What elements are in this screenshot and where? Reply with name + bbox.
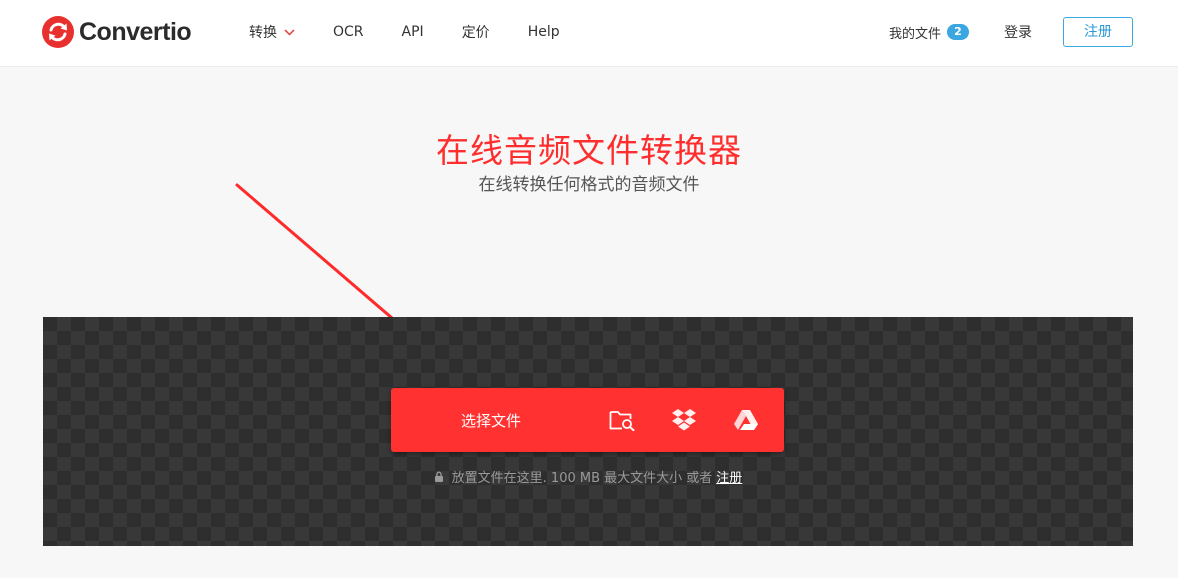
page-subtitle: 在线转换任何格式的音频文件	[478, 175, 700, 195]
logo-text: Convertio	[79, 17, 192, 46]
page-title: 在线音频文件转换器	[436, 131, 742, 170]
nav-ocr-label: OCR	[333, 24, 364, 40]
header-actions: 我的文件 2 登录 注册	[889, 17, 1133, 47]
google-drive-icon	[734, 410, 758, 430]
nav-api[interactable]: API	[402, 24, 424, 40]
nav-api-label: API	[401, 24, 424, 40]
chevron-down-icon	[284, 28, 295, 36]
nav-ocr[interactable]: OCR	[333, 24, 364, 40]
upload-bar: 选择文件	[391, 388, 784, 452]
from-google-drive-button[interactable]	[715, 388, 777, 452]
top-header: Convertio 转换 OCR API 定价 Help 我的文件 2 登录 注…	[0, 0, 1178, 67]
folder-search-icon	[609, 411, 635, 431]
register-link[interactable]: 注册	[716, 467, 742, 486]
my-files-label: 我的文件	[888, 26, 941, 42]
drop-hint: 放置文件在这里. 100 MB 最大文件大小 或者 注册	[43, 467, 1133, 486]
my-files-count-badge: 2	[947, 24, 969, 40]
register-button[interactable]: 注册	[1063, 17, 1133, 47]
logo[interactable]: Convertio	[42, 16, 192, 48]
nav-convert-label: 转换	[249, 25, 277, 41]
logo-icon	[42, 16, 74, 48]
nav-help[interactable]: Help	[528, 24, 560, 40]
main-nav: 转换 OCR API 定价 Help	[249, 0, 598, 64]
lock-icon	[434, 471, 443, 482]
file-drop-zone[interactable]: 选择文件 放置文件在这里. 100 MB 最大文件大小 或者 注册	[43, 317, 1133, 546]
nav-convert[interactable]: 转换	[249, 22, 295, 42]
drop-hint-text: 放置文件在这里. 100 MB 最大文件大小 或者	[451, 471, 713, 486]
choose-file-button[interactable]: 选择文件	[391, 388, 591, 452]
nav-pricing[interactable]: 定价	[462, 22, 490, 42]
from-dropbox-button[interactable]	[653, 388, 715, 452]
from-computer-button[interactable]	[591, 388, 653, 452]
my-files-link[interactable]: 我的文件 2	[889, 23, 969, 42]
nav-help-label: Help	[527, 24, 560, 40]
login-link[interactable]: 登录	[1004, 22, 1032, 42]
dropbox-icon	[672, 409, 696, 431]
nav-pricing-label: 定价	[461, 25, 490, 41]
